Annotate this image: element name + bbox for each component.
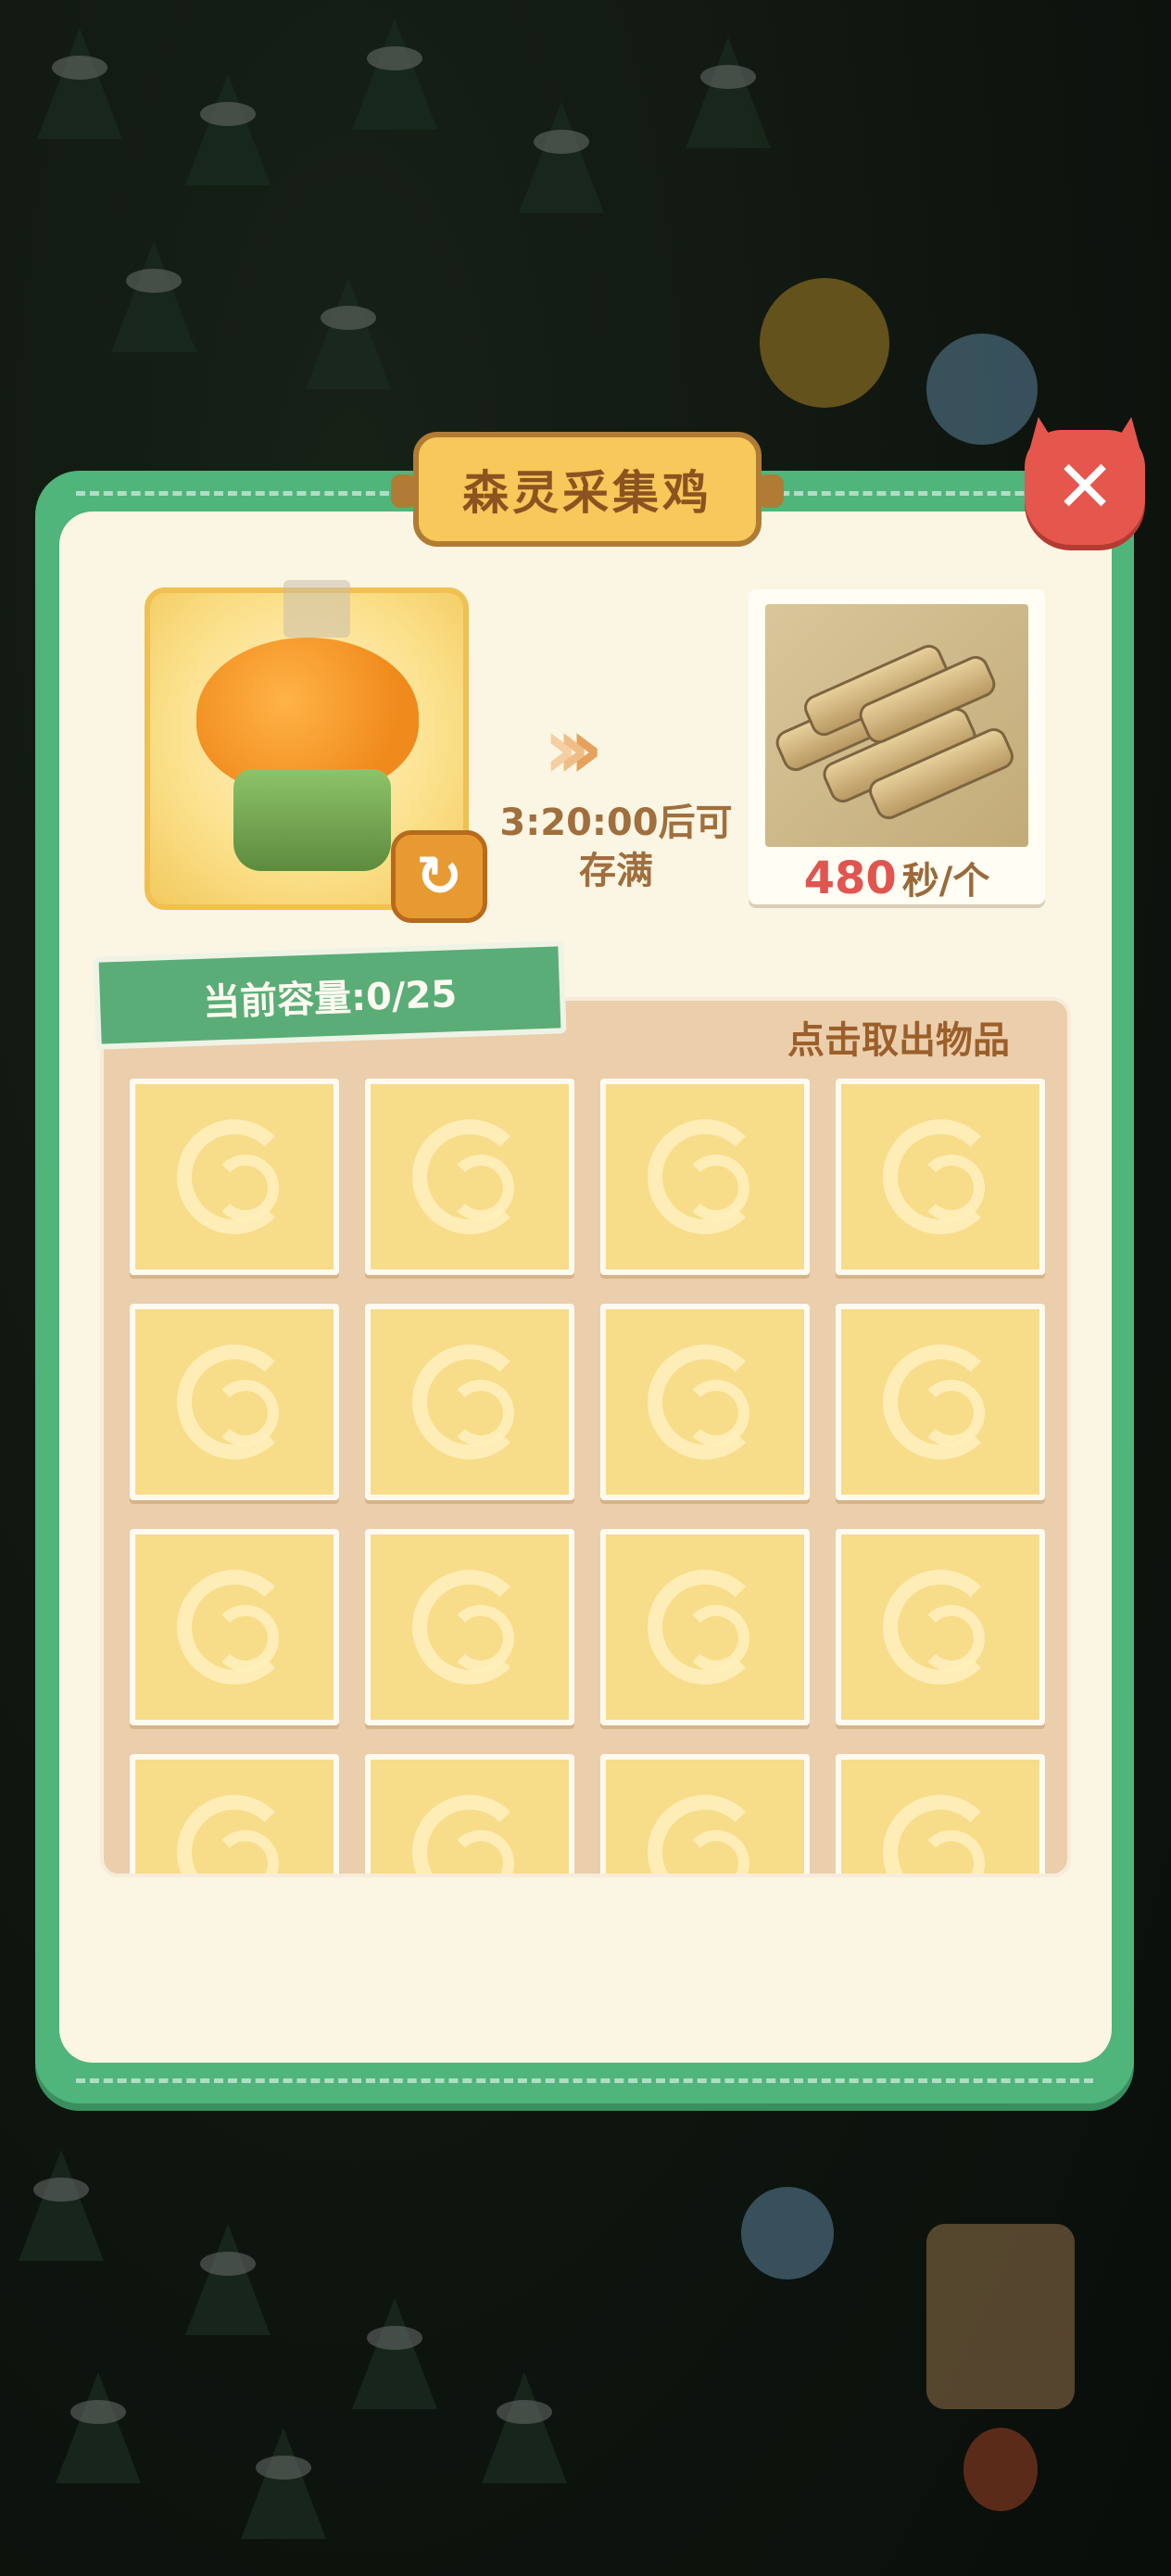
empty-slot-swirl-icon [177,1119,292,1234]
storage-slot[interactable] [836,1754,1045,1874]
storage-slot[interactable] [600,1754,810,1874]
dialog-title-plate: 森灵采集鸡 [391,432,784,547]
empty-slot-swirl-icon [177,1345,292,1459]
storage-slot[interactable] [365,1079,574,1275]
production-rate: 480 秒/个 [749,851,1045,904]
empty-slot-swirl-icon [648,1345,762,1459]
take-out-hint: 点击取出物品 [787,1019,1010,1062]
building-tag [283,580,350,638]
close-button[interactable]: ✕ [1025,430,1145,545]
storage-slot[interactable] [130,1079,339,1275]
rate-unit: 秒/个 [901,860,990,903]
storage-slot[interactable] [365,1529,574,1725]
empty-slot-swirl-icon [883,1119,998,1234]
empty-slot-swirl-icon [648,1795,762,1874]
storage-slot[interactable] [836,1079,1045,1275]
storage-slot[interactable] [130,1754,339,1874]
building-base-icon [233,769,391,871]
storage-slot[interactable] [836,1529,1045,1725]
empty-slot-swirl-icon [412,1345,527,1459]
resource-card: 480 秒/个 [749,589,1045,904]
storage-slot[interactable] [600,1079,810,1275]
empty-slot-swirl-icon [412,1795,527,1874]
empty-slot-swirl-icon [177,1795,292,1874]
empty-slot-swirl-icon [648,1119,762,1234]
dialog-title: 森灵采集鸡 [462,466,712,520]
capacity-label: 当前容量:0/25 [93,941,567,1050]
close-icon: ✕ [1054,446,1115,529]
storage-slot[interactable] [130,1529,339,1725]
storage-slot[interactable] [600,1529,810,1725]
empty-slot-swirl-icon [648,1570,762,1685]
empty-slot-swirl-icon [177,1570,292,1685]
empty-slot-swirl-icon [412,1570,527,1685]
empty-slot-swirl-icon [883,1345,998,1459]
empty-slot-swirl-icon [883,1570,998,1685]
storage-slot[interactable] [365,1304,574,1500]
rate-value: 480 [803,852,897,904]
refresh-icon: ↻ [415,844,463,909]
storage-slot[interactable] [365,1754,574,1874]
storage-grid [100,997,1071,1877]
fill-time-text: 3:20:00后可存满 [499,802,733,892]
storage-slot[interactable] [130,1304,339,1500]
storage-slot[interactable] [836,1304,1045,1500]
progress-arrows-icon: › › › [543,699,604,798]
swap-building-button[interactable]: ↻ [391,830,487,923]
wood-logs-icon [765,604,1028,847]
empty-slot-swirl-icon [412,1119,527,1234]
empty-slot-swirl-icon [883,1795,998,1874]
storage-slot[interactable] [600,1304,810,1500]
capacity-text: 当前容量:0/25 [202,973,458,1025]
